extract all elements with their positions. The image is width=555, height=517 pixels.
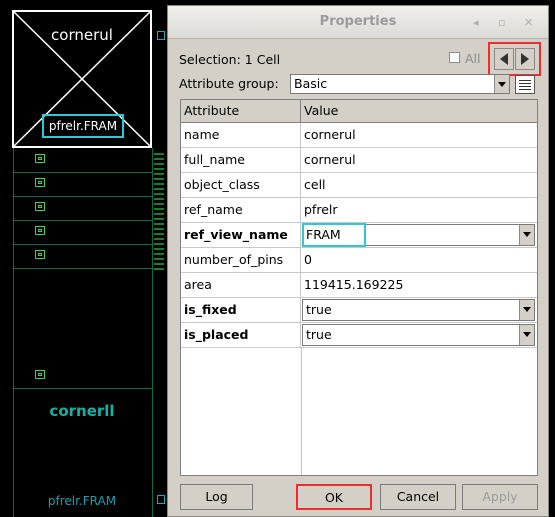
all-checkbox[interactable]	[449, 52, 460, 63]
table-row[interactable]: area 119415.169225	[181, 273, 537, 298]
cell-ref-label: pfrelr.FRAM	[42, 114, 124, 138]
column-header-attribute[interactable]: Attribute	[181, 100, 301, 122]
attribute-name: is_placed	[181, 323, 301, 347]
title-bar[interactable]: Properties ◂ ▫ ✕	[168, 6, 548, 39]
pin-icon[interactable]	[35, 178, 45, 187]
attribute-group-label: Attribute group:	[179, 76, 279, 91]
attribute-table: Attribute Value name cornerul full_name …	[180, 99, 538, 476]
attribute-value: pfrelr	[304, 202, 338, 217]
attribute-value: cornerul	[304, 127, 356, 142]
triangle-left-icon	[500, 53, 508, 65]
selection-label: Selection: 1 Cell	[179, 52, 281, 67]
pin-icon[interactable]	[157, 31, 165, 40]
attribute-name: is_fixed	[181, 298, 301, 322]
log-button[interactable]: Log	[180, 484, 253, 510]
attribute-value: 119415.169225	[304, 277, 404, 292]
cell-cornerll-label: cornerll	[49, 402, 115, 420]
table-header: Attribute Value	[181, 100, 537, 123]
attribute-value: 0	[304, 252, 312, 267]
triangle-right-icon	[521, 53, 529, 65]
close-icon[interactable]: ✕	[524, 16, 533, 29]
attribute-group-value: Basic	[294, 76, 328, 91]
attribute-name: name	[181, 123, 301, 147]
attribute-name: number_of_pins	[181, 248, 301, 272]
cell-cornerul[interactable]: cornerul pfrelr.FRAM	[12, 10, 152, 148]
attribute-group-select[interactable]: Basic	[290, 74, 510, 94]
value-highlight	[302, 223, 366, 247]
select-value: true	[306, 302, 332, 317]
maximize-icon[interactable]: ▫	[498, 16, 505, 29]
row-boundary	[13, 172, 153, 173]
table-row[interactable]: name cornerul	[181, 123, 537, 148]
row-boundary	[13, 220, 153, 221]
cell-cornerll-ref: pfrelr.FRAM	[47, 494, 117, 508]
properties-dialog: Properties ◂ ▫ ✕ Selection: 1 Cell All A…	[167, 5, 549, 517]
attribute-name: full_name	[181, 148, 301, 172]
minimize-icon[interactable]: ◂	[473, 16, 479, 29]
attribute-value: cell	[304, 177, 326, 192]
row-boundary	[13, 196, 153, 197]
table-row[interactable]: object_class cell	[181, 173, 537, 198]
select-value: true	[306, 327, 332, 342]
table-row[interactable]: ref_name pfrelr	[181, 198, 537, 223]
next-button[interactable]	[515, 48, 535, 70]
row-boundary	[13, 388, 153, 389]
pin-icon[interactable]	[35, 202, 45, 211]
pin-icon[interactable]	[35, 226, 45, 235]
row-boundary	[13, 244, 153, 245]
table-row[interactable]: number_of_pins 0	[181, 248, 537, 273]
hatched-region	[154, 150, 164, 270]
pin-icon[interactable]	[157, 495, 165, 504]
cell-name-label: cornerul	[51, 26, 113, 44]
attribute-value: cornerul	[304, 152, 356, 167]
is-fixed-select[interactable]: true	[302, 299, 535, 321]
attribute-name: ref_view_name	[181, 223, 301, 247]
chevron-down-icon[interactable]	[519, 225, 534, 245]
chevron-down-icon[interactable]	[519, 300, 534, 320]
ok-button[interactable]: OK	[296, 484, 372, 510]
column-divider	[301, 348, 302, 475]
table-row[interactable]: ref_view_name FRAM	[181, 223, 537, 248]
is-placed-select[interactable]: true	[302, 324, 535, 346]
attribute-name: area	[181, 273, 301, 297]
cancel-button[interactable]: Cancel	[380, 484, 456, 510]
table-row[interactable]: full_name cornerul	[181, 148, 537, 173]
table-view-icon[interactable]	[515, 75, 535, 94]
chevron-down-icon[interactable]	[519, 325, 534, 345]
previous-button[interactable]	[494, 48, 514, 70]
pin-icon[interactable]	[35, 250, 45, 259]
pin-icon[interactable]	[35, 370, 45, 379]
apply-button[interactable]: Apply	[462, 484, 538, 510]
table-row[interactable]: is_fixed true	[181, 298, 537, 323]
row-boundary	[13, 148, 14, 517]
row-boundary	[13, 268, 153, 269]
attribute-name: object_class	[181, 173, 301, 197]
attribute-name: ref_name	[181, 198, 301, 222]
dialog-title: Properties	[319, 14, 397, 29]
all-checkbox-label: All	[465, 51, 481, 66]
column-header-value[interactable]: Value	[301, 100, 537, 122]
chevron-down-icon[interactable]	[494, 75, 509, 93]
table-row[interactable]: is_placed true	[181, 323, 537, 348]
pin-icon[interactable]	[35, 154, 45, 163]
row-boundary	[152, 148, 153, 517]
